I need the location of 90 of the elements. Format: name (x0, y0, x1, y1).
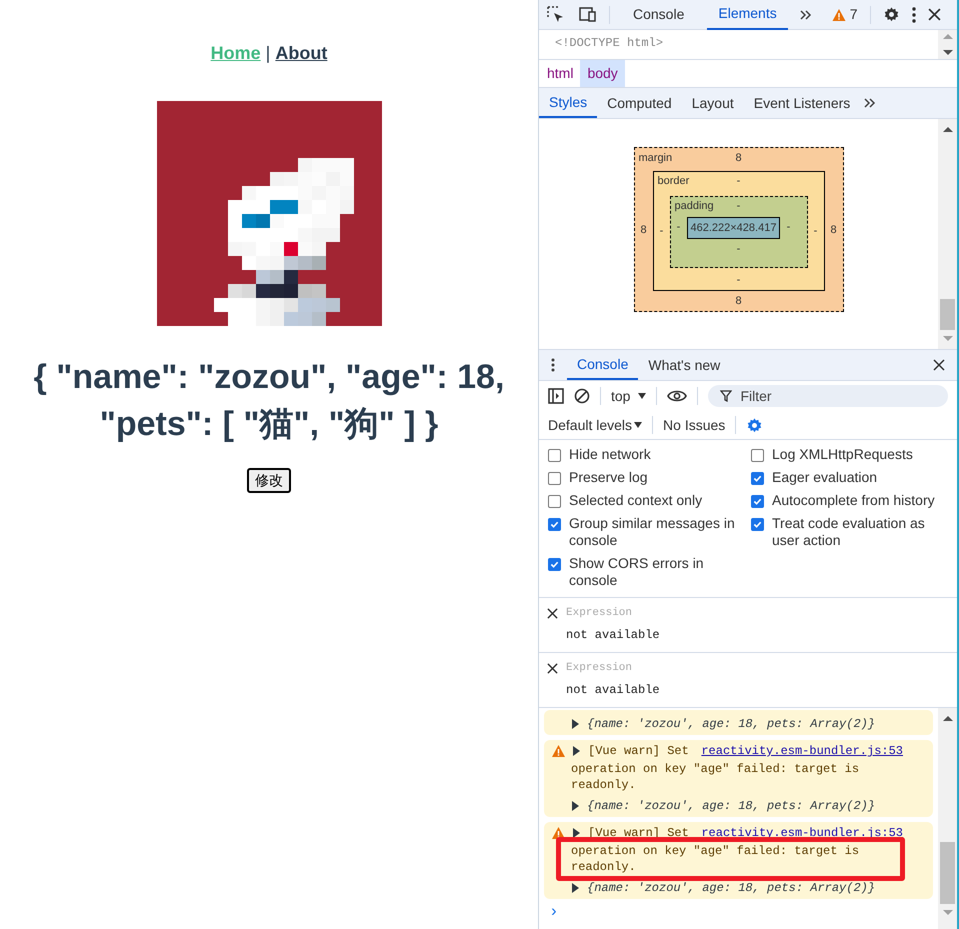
drawer-tab[interactable]: What's new (638, 350, 730, 380)
close-icon[interactable] (547, 608, 558, 619)
devtools-tab[interactable]: Console (622, 0, 696, 30)
box-model-value: - (736, 200, 740, 212)
styles-tab[interactable]: Styles (539, 88, 598, 118)
expand-triangle-icon[interactable] (573, 828, 580, 838)
levels-dropdown[interactable]: Default levels (548, 414, 642, 436)
checkbox[interactable] (548, 558, 561, 571)
box-model-label: margin (638, 150, 674, 166)
warning-text: operation on key ″age″ failed: target is readonly. (571, 761, 860, 794)
source-link[interactable]: reactivity.esm-bundler.js:53 (701, 743, 903, 759)
setting-label: Hide network (569, 446, 651, 463)
styles-tab[interactable]: Event Listeners (744, 88, 860, 118)
checkbox[interactable] (751, 518, 764, 531)
box-model-value: 8 (640, 224, 647, 236)
checkbox[interactable] (548, 449, 561, 462)
object-preview: {name: 'zozou', age: 18, pets: Array(2)} (587, 716, 876, 732)
setting-label: Show CORS errors in console (569, 555, 705, 589)
eye-icon[interactable] (667, 389, 688, 403)
warning-text: operation on key ″age″ failed: target is readonly. (571, 843, 860, 876)
close-icon[interactable] (928, 8, 941, 21)
setting-label: Selected context only (569, 492, 702, 509)
settings-icon[interactable] (882, 6, 900, 23)
nav-link[interactable]: About (275, 40, 328, 67)
close-icon[interactable] (933, 359, 945, 371)
more-options-icon[interactable] (551, 358, 555, 372)
setting-label: Group similar messages in console (569, 515, 736, 549)
drawer-tab[interactable]: Console (567, 350, 638, 380)
expression-field[interactable]: Expression (566, 605, 949, 622)
clear-console-icon[interactable] (574, 388, 590, 404)
checkbox[interactable] (548, 472, 561, 485)
setting-label: Eager evaluation (772, 469, 878, 486)
checkbox[interactable] (751, 495, 764, 508)
setting-label: Treat code evaluation as user action (772, 515, 926, 549)
box-model-label: padding (674, 199, 715, 214)
edit-button[interactable]: 修改 (247, 468, 291, 493)
box-model-value: 8 (735, 152, 742, 164)
console-prompt[interactable]: › (539, 904, 938, 920)
object-preview: {name: 'zozou', age: 18, pets: Array(2)} (587, 798, 876, 814)
expression-value: not available (565, 682, 661, 698)
box-model-value: 8 (830, 224, 837, 236)
warning-icon (832, 8, 846, 20)
more-tabs-icon[interactable] (800, 10, 812, 20)
checkbox[interactable] (751, 449, 764, 462)
box-model-value: - (676, 221, 680, 234)
source-link[interactable]: reactivity.esm-bundler.js:53 (701, 825, 903, 841)
more-options-icon[interactable] (912, 6, 916, 22)
box-model-value: - (736, 274, 740, 286)
context-dropdown[interactable]: top (611, 386, 646, 406)
object-preview: {name: 'zozou', age: 18, pets: Array(2)} (587, 880, 876, 896)
warning-text: [Vue warn] Set (588, 743, 689, 759)
box-model-value: - (736, 242, 740, 254)
setting-label: Preserve log (569, 469, 648, 486)
device-toolbar-icon[interactable] (577, 6, 597, 24)
box-model-value: - (660, 225, 664, 238)
expression-value: not available (565, 626, 661, 644)
more-tabs-icon[interactable] (864, 98, 876, 108)
breadcrumb[interactable]: body (580, 60, 625, 87)
box-model-value: 8 (735, 295, 742, 307)
expand-triangle-icon[interactable] (572, 883, 579, 893)
nav-separator: | (266, 42, 270, 65)
styles-tab[interactable]: Layout (682, 88, 744, 118)
expand-triangle-icon[interactable] (572, 801, 579, 811)
content-box: 462.222×428.417 (686, 216, 780, 238)
close-icon[interactable] (547, 662, 558, 674)
expression-field[interactable]: Expression (566, 660, 949, 676)
warning-count[interactable]: 7 (850, 4, 858, 25)
warning-icon (552, 827, 565, 839)
box-model-value: - (786, 221, 790, 234)
sidebar-toggle-icon[interactable] (548, 388, 564, 404)
dom-line[interactable]: <!DOCTYPE html> (555, 34, 938, 52)
json-heading: { "name": "zozou", "age": 18, "pets": [ "猫", "狗" ] } (32, 357, 506, 445)
devtools-tab[interactable]: Elements (707, 0, 788, 30)
expand-triangle-icon[interactable] (572, 719, 579, 729)
checkbox[interactable] (751, 472, 764, 485)
box-model-value: - (814, 225, 818, 238)
checkbox[interactable] (548, 495, 561, 508)
box-model-label: border (658, 174, 690, 190)
warning-icon (552, 745, 565, 757)
expand-triangle-icon[interactable] (573, 746, 580, 756)
filter-icon (720, 390, 732, 402)
setting-label: Autocomplete from history (772, 492, 935, 509)
issues-label[interactable]: No Issues (663, 414, 726, 436)
checkbox[interactable] (548, 518, 561, 531)
inspect-icon[interactable] (547, 6, 565, 24)
setting-label: Log XMLHttpRequests (772, 446, 913, 463)
box-model-value: - (736, 175, 740, 188)
styles-tab[interactable]: Computed (597, 88, 682, 118)
breadcrumb[interactable]: html (540, 60, 580, 87)
filter-field[interactable]: Filter (708, 385, 948, 407)
